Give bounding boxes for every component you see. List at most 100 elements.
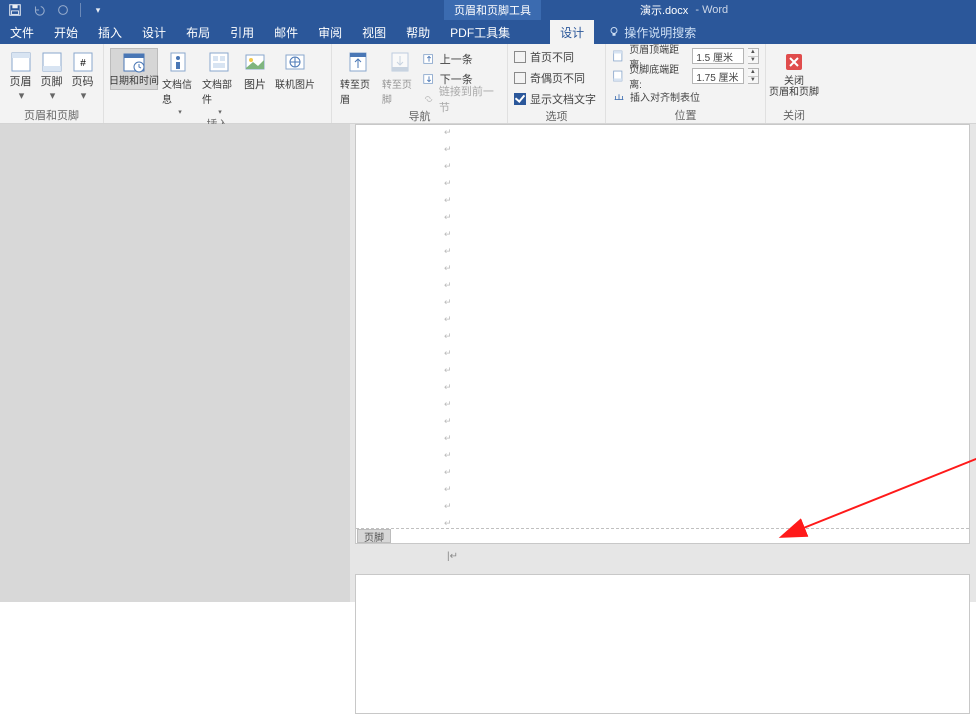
tab-references[interactable]: 引用 [220,20,264,44]
tab-mailings[interactable]: 邮件 [264,20,308,44]
different-odd-even-checkbox[interactable]: 奇偶页不同 [514,69,585,87]
tab-stop-icon [612,89,626,103]
diff-first-label: 首页不同 [530,49,574,65]
goto-header-button[interactable]: 转至页眉 [338,48,378,106]
online-picture-button[interactable]: 联机图片 [272,48,318,91]
window-title: 演示.docx - Word [640,0,728,20]
group-position: 页眉顶端距离: 1.5 厘米 ▲▼ 页脚底端距离: 1.75 厘米 ▲▼ 插入对… [606,44,766,123]
spinner[interactable]: ▲▼ [748,68,759,84]
next-icon [422,72,436,86]
document-next-page[interactable] [355,574,970,714]
doc-info-icon [167,50,191,74]
footer-tag[interactable]: 页脚 [357,529,391,543]
footer-boundary [356,528,969,529]
checkbox-checked-icon [514,93,526,105]
quick-parts-label: 文档部件 [202,76,236,106]
goto-header-icon [346,50,370,74]
prev-label: 上一条 [440,51,473,67]
page-number-button[interactable]: # 页码 ▾ [68,48,97,102]
quick-parts-icon [207,50,231,74]
picture-button[interactable]: 图片 [240,48,270,92]
dropdown-icon: ▾ [19,90,25,102]
tell-me-search[interactable]: 操作说明搜索 [594,20,696,44]
footer-distance-icon [612,69,625,83]
ribbon: 页眉 ▾ 页脚 ▾ # 页码 ▾ 页眉和页脚 日期和时间 [0,44,976,124]
redo-icon[interactable] [56,3,70,17]
checkbox-icon [514,72,526,84]
group-header-footer: 页眉 ▾ 页脚 ▾ # 页码 ▾ 页眉和页脚 [0,44,104,123]
tab-home[interactable]: 开始 [44,20,88,44]
tab-design[interactable]: 设计 [132,20,176,44]
tab-file[interactable]: 文件 [0,20,44,44]
link-previous-button: 链接到前一节 [422,90,501,108]
tab-review[interactable]: 审阅 [308,20,352,44]
link-icon [422,92,435,106]
group-label: 关闭 [766,107,822,123]
footer-button[interactable]: 页脚 ▾ [37,48,66,102]
group-close: 关闭 页眉和页脚 关闭 [766,44,822,123]
paragraph-marks: ↵↵↵↵↵↵↵↵↵↵↵↵↵↵↵↵↵↵↵↵↵↵↵↵ [444,127,452,529]
group-options: 首页不同 奇偶页不同 显示文档文字 选项 [508,44,606,123]
dropdown-icon: ▾ [178,108,182,116]
align-tab-label: 插入对齐制表位 [630,89,700,104]
document-workspace: ↵↵↵↵↵↵↵↵↵↵↵↵↵↵↵↵↵↵↵↵↵↵↵↵ 页脚 |↵ [0,124,976,602]
close-hf-label: 关闭 页眉和页脚 [769,76,819,98]
qat-customize-icon[interactable]: ▾ [91,3,105,17]
goto-header-label: 转至页眉 [340,76,376,106]
online-picture-icon [283,50,307,74]
quick-access-toolbar: ▾ [0,3,105,17]
document-page[interactable]: ↵↵↵↵↵↵↵↵↵↵↵↵↵↵↵↵↵↵↵↵↵↵↵↵ 页脚 [355,124,970,544]
tell-me-label: 操作说明搜索 [624,24,696,41]
header-distance-input[interactable]: 1.5 厘米 [692,48,743,64]
quick-parts-button[interactable]: 文档部件 ▾ [200,48,238,116]
dropdown-icon: ▾ [218,108,222,116]
dropdown-icon: ▾ [50,90,56,102]
tab-help[interactable]: 帮助 [396,20,440,44]
footer-icon [40,50,64,74]
tab-layout[interactable]: 布局 [176,20,220,44]
tab-pdftools[interactable]: PDF工具集 [440,20,520,44]
picture-label: 图片 [244,76,266,92]
chevron-up-icon: ▲ [748,49,758,57]
close-header-footer-button[interactable]: 关闭 页眉和页脚 [770,48,818,98]
page-number-icon: # [71,50,95,74]
tab-insert[interactable]: 插入 [88,20,132,44]
different-first-page-checkbox[interactable]: 首页不同 [514,48,574,66]
show-doc-text-label: 显示文档文字 [530,91,596,107]
lightbulb-icon [608,26,620,38]
insert-alignment-tab-button[interactable]: 插入对齐制表位 [612,87,700,105]
footer-cursor: |↵ [447,551,458,562]
left-margin-area [0,124,350,602]
show-document-text-checkbox[interactable]: 显示文档文字 [514,90,596,108]
chevron-down-icon: ▼ [748,57,758,64]
calendar-icon [122,50,146,74]
contextual-tool-tab: 页眉和页脚工具 [444,0,541,20]
tab-view[interactable]: 视图 [352,20,396,44]
date-time-button[interactable]: 日期和时间 [110,48,158,90]
svg-text:#: # [80,58,86,69]
goto-footer-icon [388,50,412,74]
tab-header-footer-design[interactable]: 设计 [550,20,594,44]
header-label: 页眉 [10,76,32,88]
goto-footer-button[interactable]: 转至页脚 [380,48,420,106]
dropdown-icon: ▾ [81,90,87,102]
header-icon [9,50,33,74]
chevron-up-icon: ▲ [748,69,758,77]
doc-info-button[interactable]: 文档信息 ▾ [160,48,198,116]
chevron-down-icon: ▼ [748,77,758,84]
group-label: 选项 [508,108,605,124]
diff-odd-even-label: 奇偶页不同 [530,70,585,86]
footer-distance-input[interactable]: 1.75 厘米 [692,68,743,84]
header-button[interactable]: 页眉 ▾ [6,48,35,102]
title-bar: ▾ 页眉和页脚工具 演示.docx - Word [0,0,976,20]
spinner[interactable]: ▲▼ [748,48,759,64]
save-icon[interactable] [8,3,22,17]
group-label: 导航 [332,108,507,124]
page-number-label: 页码 [72,76,94,88]
prev-section-button[interactable]: 上一条 [422,50,501,68]
group-label: 位置 [606,107,765,123]
undo-icon[interactable] [32,3,46,17]
checkbox-icon [514,51,526,63]
close-icon [782,50,806,74]
document-name: 演示.docx [640,2,688,18]
